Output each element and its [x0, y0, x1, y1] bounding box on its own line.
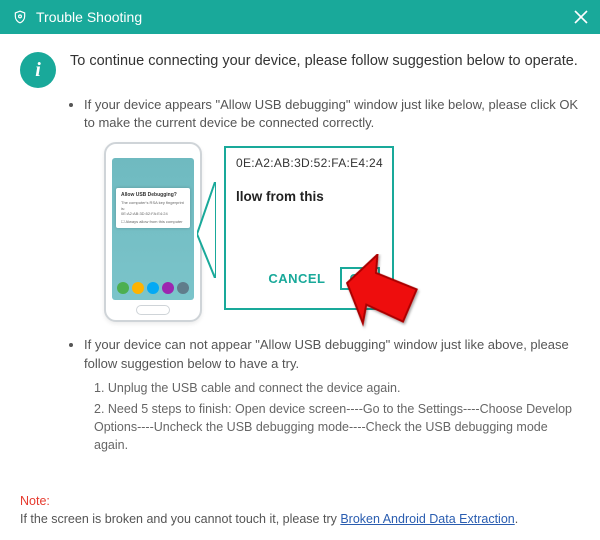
- close-icon[interactable]: [572, 8, 590, 26]
- step-2: 2. Need 5 steps to finish: Open device s…: [94, 400, 580, 454]
- intro-text: To continue connecting your device, plea…: [70, 52, 578, 72]
- info-icon: i: [20, 52, 56, 88]
- zoom-allow-text: llow from this: [236, 189, 382, 204]
- note-text: If the screen is broken and you cannot t…: [20, 512, 340, 526]
- content-area: i To continue connecting your device, pl…: [0, 34, 600, 467]
- phone-dock-icon: [162, 282, 174, 294]
- phone-home-button: [136, 305, 170, 315]
- illustration: Allow USB Debugging? The computer's RSA …: [104, 142, 580, 322]
- phone-popup: Allow USB Debugging? The computer's RSA …: [116, 188, 190, 228]
- phone-popup-title: Allow USB Debugging?: [121, 192, 185, 198]
- phone-mockup: Allow USB Debugging? The computer's RSA …: [104, 142, 202, 322]
- bullet-1: If your device appears "Allow USB debugg…: [84, 96, 580, 132]
- phone-dock-icon: [147, 282, 159, 294]
- broken-android-link[interactable]: Broken Android Data Extraction: [340, 512, 514, 526]
- titlebar: Trouble Shooting: [0, 0, 600, 34]
- zoom-dialog: 0E:A2:AB:3D:52:FA:E4:24 llow from this C…: [224, 146, 394, 310]
- note-label: Note:: [20, 494, 50, 508]
- phone-dock-icon: [177, 282, 189, 294]
- phone-dock-icon: [117, 282, 129, 294]
- cancel-button[interactable]: CANCEL: [268, 271, 325, 286]
- step-1: 1. Unplug the USB cable and connect the …: [94, 379, 580, 397]
- note-suffix: .: [515, 512, 518, 526]
- note-section: Note: If the screen is broken and you ca…: [20, 493, 580, 528]
- window-title: Trouble Shooting: [36, 9, 142, 25]
- zoom-mac-address: 0E:A2:AB:3D:52:FA:E4:24: [236, 156, 382, 171]
- phone-dock-icon: [132, 282, 144, 294]
- shield-icon: [12, 9, 28, 25]
- bullet-2: If your device can not appear "Allow USB…: [84, 336, 580, 372]
- ok-button[interactable]: OK: [340, 267, 381, 290]
